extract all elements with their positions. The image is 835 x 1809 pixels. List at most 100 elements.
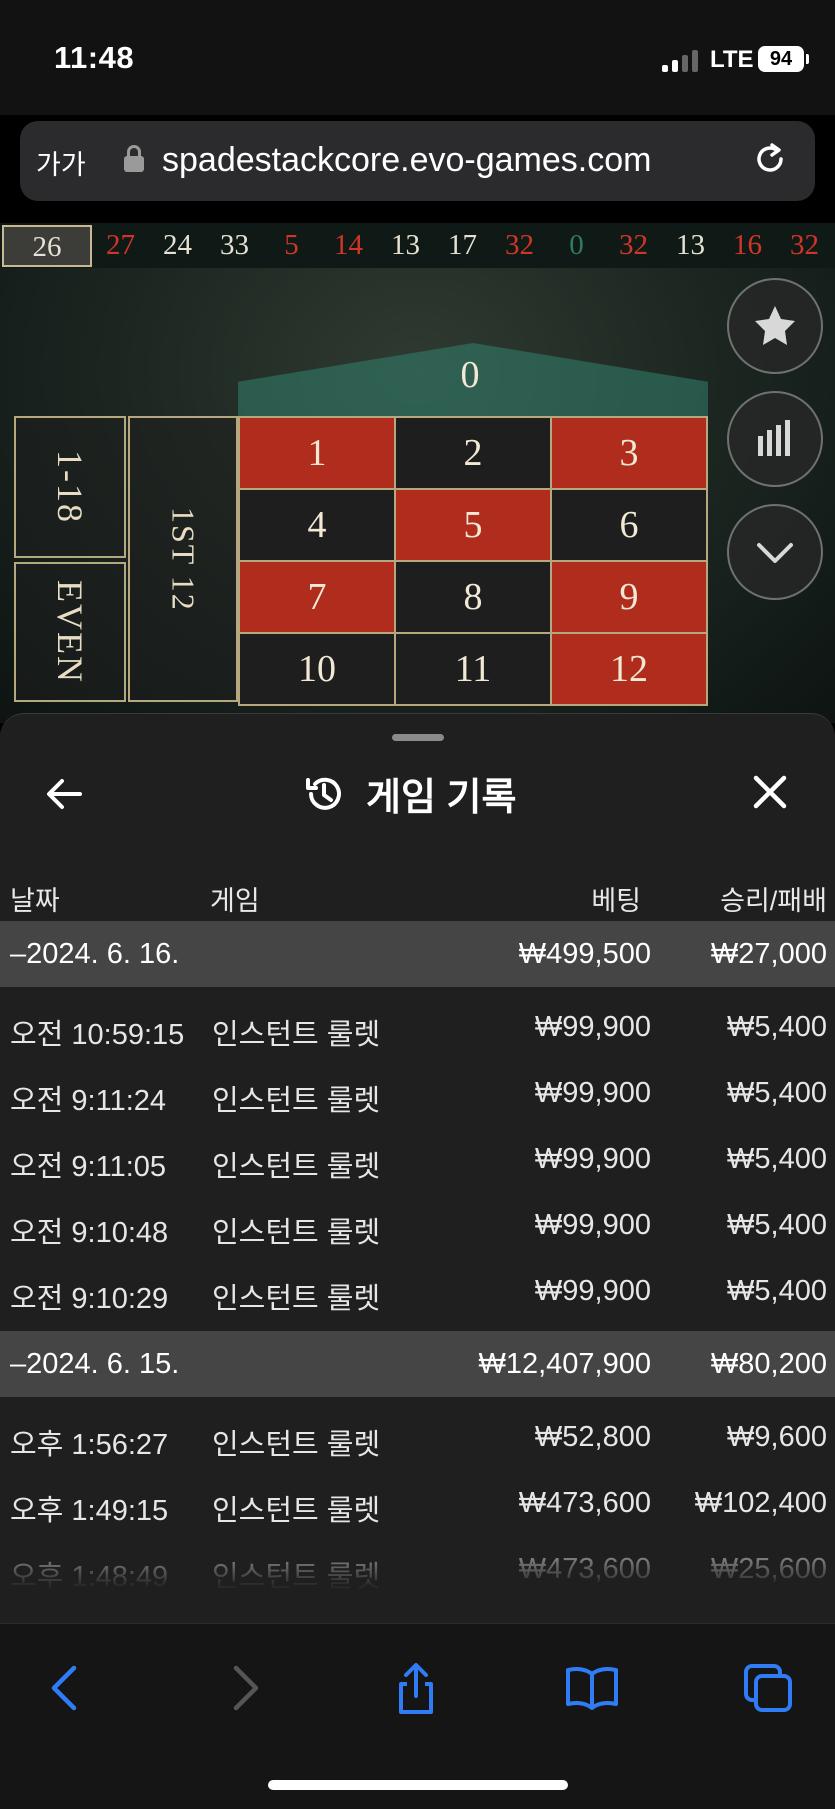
- bookmarks-icon[interactable]: [564, 1660, 620, 1716]
- history-icon: [306, 777, 341, 810]
- recent-result: 24: [163, 229, 192, 261]
- recent-result: 16: [733, 229, 762, 261]
- sheet-grabber[interactable]: [392, 734, 444, 741]
- address-bar[interactable]: 가가 spadestackcore.evo-games.com: [20, 121, 815, 201]
- row-game: 인스턴트 룰렛: [212, 1217, 381, 1249]
- sheet-title-text: 게임 기록: [366, 777, 517, 819]
- game-history-sheet: 게임 기록 날짜 게임 베팅 승리/패배 –2024. 6. 16. ₩499,5…: [0, 713, 835, 1623]
- number-cell[interactable]: 10: [238, 632, 396, 706]
- row-bet: ₩52,800: [534, 1421, 651, 1453]
- row-game: 인스턴트 룰렛: [212, 1019, 381, 1051]
- recent-result: 33: [220, 229, 249, 261]
- table-row[interactable]: 오전 10:59:15 인스턴트 룰렛 ₩99,900 ₩5,400: [0, 994, 835, 1060]
- lock-icon: [124, 145, 144, 173]
- back-icon[interactable]: [38, 1660, 94, 1716]
- table-row[interactable]: 오전 9:11:05 인스턴트 룰렛 ₩99,900 ₩5,400: [0, 1126, 835, 1192]
- row-time: 오후 1:56:27: [10, 1429, 169, 1461]
- network-type: LTE: [710, 46, 754, 73]
- latest-result: 26: [2, 224, 92, 267]
- number-cell[interactable]: 9: [550, 560, 708, 634]
- recent-results-strip: 26 27 24 33 5 14 13 17 32 0 32 13 16 32: [0, 223, 835, 268]
- status-bar: 11:48 LTE 94: [0, 0, 835, 115]
- row-bet: ₩99,900: [534, 1077, 651, 1109]
- cellular-signal-icon: [662, 48, 702, 72]
- chevron-down-icon: [757, 543, 793, 563]
- zero-label: 0: [460, 354, 480, 396]
- row-time: 오전 9:10:29: [10, 1283, 169, 1315]
- number-cell[interactable]: 12: [550, 632, 708, 706]
- recent-result: 32: [790, 229, 819, 261]
- group-date: –2024. 6. 16.: [10, 938, 180, 970]
- list-fade: [0, 1525, 835, 1625]
- forward-icon[interactable]: [216, 1660, 272, 1716]
- text-size-button[interactable]: 가가: [36, 143, 86, 182]
- table-row[interactable]: 오전 9:11:24 인스턴트 룰렛 ₩99,900 ₩5,400: [0, 1060, 835, 1126]
- battery-icon: 94: [758, 46, 804, 72]
- even-label: EVEN: [50, 580, 90, 684]
- group-bet-total: ₩499,500: [518, 938, 651, 970]
- column-date: 날짜: [10, 886, 60, 916]
- row-game: 인스턴트 룰렛: [212, 1429, 381, 1461]
- row-winloss: ₩9,600: [727, 1421, 827, 1453]
- statistics-button[interactable]: [727, 391, 823, 487]
- number-cell[interactable]: 11: [394, 632, 552, 706]
- recent-result: 0: [569, 229, 584, 261]
- dozen-label: 1ST 12: [165, 506, 202, 612]
- row-time: 오전 9:11:24: [10, 1085, 167, 1117]
- number-cell[interactable]: 6: [550, 488, 708, 562]
- row-time: 오전 10:59:15: [10, 1019, 185, 1051]
- recent-result: 32: [505, 229, 534, 261]
- back-arrow-icon[interactable]: [44, 774, 84, 814]
- number-cell[interactable]: 5: [394, 488, 552, 562]
- row-bet: ₩99,900: [534, 1011, 651, 1043]
- recent-result: 14: [334, 229, 363, 261]
- url-text[interactable]: spadestackcore.evo-games.com: [162, 141, 651, 180]
- number-cell[interactable]: 2: [394, 416, 552, 490]
- battery-tip: [806, 54, 809, 64]
- date-group-header[interactable]: –2024. 6. 16. ₩499,500 ₩27,000: [0, 921, 835, 987]
- row-game: 인스턴트 룰렛: [212, 1495, 381, 1527]
- row-time: 오후 1:49:15: [10, 1495, 169, 1527]
- tabs-icon[interactable]: [740, 1660, 796, 1716]
- group-win-total: ₩27,000: [710, 938, 827, 970]
- number-cell[interactable]: 1: [238, 416, 396, 490]
- recent-result: 17: [448, 229, 477, 261]
- table-row[interactable]: 오후 1:56:27 인스턴트 룰렛 ₩52,800 ₩9,600: [0, 1404, 835, 1470]
- row-winloss: ₩5,400: [727, 1275, 827, 1307]
- table-row[interactable]: 오전 9:10:29 인스턴트 룰렛 ₩99,900 ₩5,400: [0, 1258, 835, 1324]
- row-winloss: ₩5,400: [727, 1143, 827, 1175]
- number-cell[interactable]: 7: [238, 560, 396, 634]
- bar-chart-icon: [758, 420, 790, 456]
- row-winloss: ₩5,400: [727, 1077, 827, 1109]
- group-bet-total: ₩12,407,900: [478, 1348, 651, 1380]
- row-bet: ₩473,600: [518, 1487, 651, 1519]
- row-winloss: ₩5,400: [727, 1209, 827, 1241]
- group-win-total: ₩80,200: [710, 1348, 827, 1380]
- low-label: 1-18: [50, 450, 90, 524]
- favourite-button[interactable]: [727, 278, 823, 374]
- home-indicator: [268, 1780, 568, 1790]
- collapse-button[interactable]: [727, 504, 823, 600]
- star-icon: [755, 306, 795, 345]
- recent-result: 13: [391, 229, 420, 261]
- number-cell[interactable]: 4: [238, 488, 396, 562]
- table-row[interactable]: 오전 9:10:48 인스턴트 룰렛 ₩99,900 ₩5,400: [0, 1192, 835, 1258]
- first-dozen-bet[interactable]: 1ST 12: [128, 416, 238, 702]
- date-group-header[interactable]: –2024. 6. 15. ₩12,407,900 ₩80,200: [0, 1331, 835, 1397]
- number-cell[interactable]: 8: [394, 560, 552, 634]
- column-bet: 베팅: [591, 886, 641, 916]
- row-time: 오전 9:10:48: [10, 1217, 169, 1249]
- close-icon[interactable]: [748, 770, 792, 814]
- recent-result: 27: [106, 229, 135, 261]
- number-cell[interactable]: 3: [550, 416, 708, 490]
- even-bet[interactable]: EVEN: [14, 562, 126, 702]
- row-game: 인스턴트 룰렛: [212, 1283, 381, 1315]
- row-game: 인스턴트 룰렛: [212, 1085, 381, 1117]
- clock: 11:48: [54, 40, 135, 75]
- low-1-18-bet[interactable]: 1-18: [14, 416, 126, 558]
- row-bet: ₩99,900: [534, 1143, 651, 1175]
- row-bet: ₩99,900: [534, 1275, 651, 1307]
- share-icon[interactable]: [388, 1660, 444, 1716]
- reload-icon[interactable]: [750, 139, 790, 179]
- row-game: 인스턴트 룰렛: [212, 1151, 381, 1183]
